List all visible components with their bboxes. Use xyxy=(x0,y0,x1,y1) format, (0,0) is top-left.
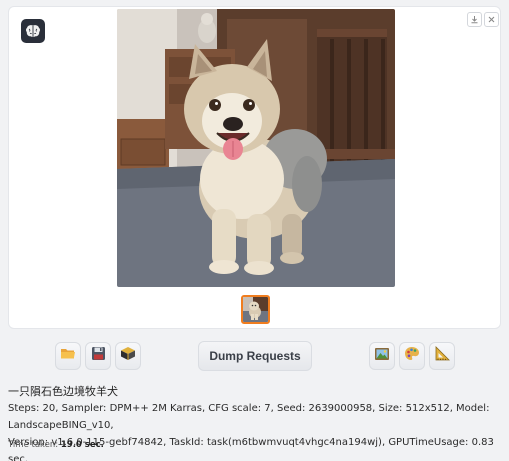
dump-requests-button[interactable]: Dump Requests xyxy=(198,341,312,371)
zip-button[interactable] xyxy=(115,342,141,370)
gallery-panel xyxy=(8,6,501,329)
thumbnail[interactable] xyxy=(241,295,270,324)
send-to-extras-button[interactable] xyxy=(429,342,455,370)
time-taken-value: 19.0 sec. xyxy=(60,440,104,450)
send-to-inpaint-button[interactable] xyxy=(399,342,425,370)
zip-icon xyxy=(120,346,136,366)
image-icon xyxy=(374,347,390,366)
time-taken-label: Time taken: xyxy=(8,440,61,450)
params-line-1: Steps: 20, Sampler: DPM++ 2M Karras, CFG… xyxy=(8,403,490,431)
generation-params: Steps: 20, Sampler: DPM++ 2M Karras, CFG… xyxy=(8,400,498,461)
close-icon[interactable] xyxy=(484,12,499,27)
open-folder-button[interactable] xyxy=(55,342,81,370)
brain-icon[interactable] xyxy=(21,19,45,43)
save-button[interactable] xyxy=(85,342,111,370)
send-to-img2img-button[interactable] xyxy=(369,342,395,370)
ruler-icon xyxy=(434,346,450,366)
prompt-text: 一只隕石色边境牧羊犬 xyxy=(8,385,118,398)
save-icon xyxy=(91,346,106,366)
dog-image[interactable] xyxy=(117,9,395,287)
palette-icon xyxy=(404,346,420,366)
download-icon[interactable] xyxy=(467,12,482,27)
time-taken: Time taken: 19.0 sec. xyxy=(8,440,104,450)
folder-icon xyxy=(60,347,76,365)
